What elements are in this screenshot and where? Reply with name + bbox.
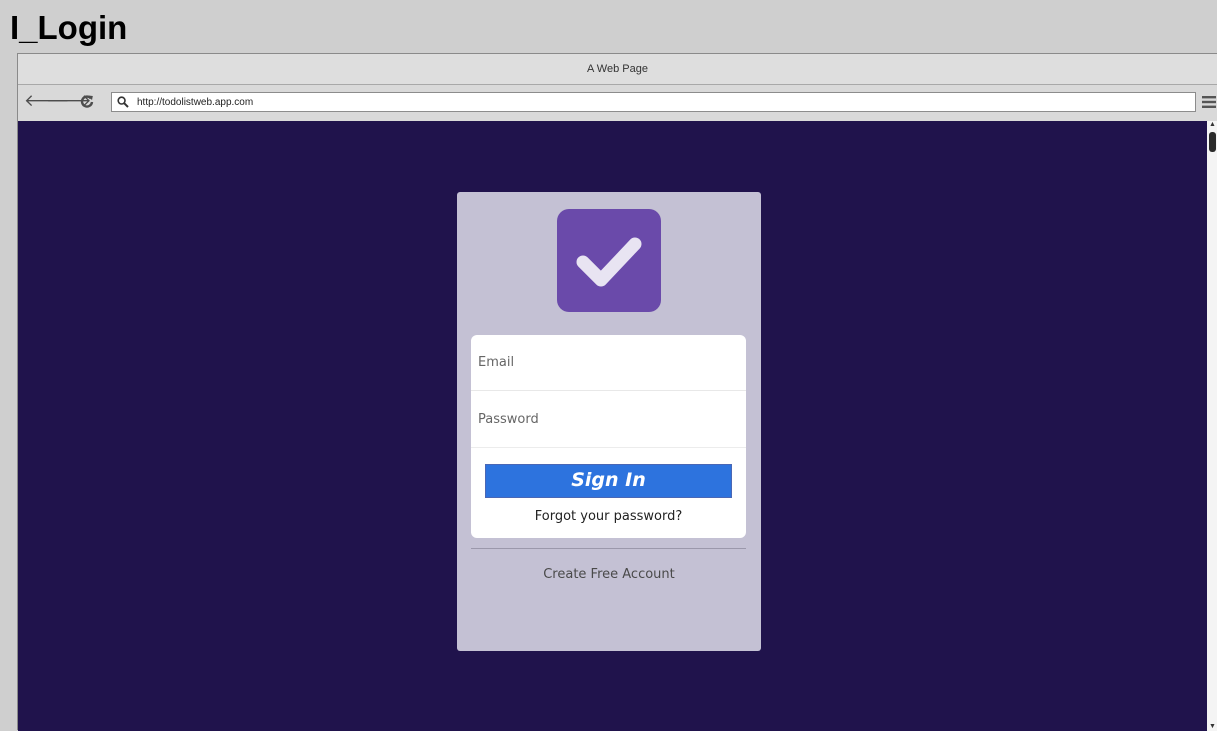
reload-button[interactable] (78, 91, 96, 111)
search-icon (117, 96, 129, 108)
login-card: Sign In Forgot your password? Create Fre… (457, 192, 761, 651)
scroll-thumb[interactable] (1209, 132, 1216, 152)
window-title: A Web Page (18, 54, 1217, 85)
address-bar[interactable]: http://todolistweb.app.com (111, 92, 1196, 112)
app-logo (557, 209, 661, 312)
browser-window: A Web Page 🡐 🡒 http://todolistweb.app.co… (17, 53, 1217, 731)
divider (471, 548, 746, 549)
page-viewport: Sign In Forgot your password? Create Fre… (18, 121, 1207, 731)
hamburger-menu-icon[interactable] (1202, 95, 1216, 109)
reload-icon (80, 95, 94, 108)
create-account-link[interactable]: Create Free Account (457, 567, 761, 582)
browser-toolbar: 🡐 🡒 http://todolistweb.app.com (18, 85, 1217, 121)
login-form: Sign In Forgot your password? (471, 335, 746, 538)
checkmark-icon (576, 237, 642, 287)
back-button[interactable]: 🡐 (24, 91, 70, 111)
email-field-wrapper (471, 335, 746, 391)
password-field-wrapper (471, 392, 746, 448)
forward-button[interactable]: 🡒 (46, 91, 92, 111)
vertical-scrollbar[interactable]: ▲ ▼ (1207, 121, 1217, 731)
url-text: http://todolistweb.app.com (137, 97, 254, 108)
scroll-up-arrow-icon[interactable]: ▲ (1207, 121, 1217, 129)
email-field[interactable] (471, 335, 746, 390)
page-heading: I_Login (10, 9, 128, 46)
forgot-password-link[interactable]: Forgot your password? (471, 509, 746, 524)
password-field[interactable] (471, 392, 746, 447)
sign-in-button[interactable]: Sign In (485, 464, 732, 498)
